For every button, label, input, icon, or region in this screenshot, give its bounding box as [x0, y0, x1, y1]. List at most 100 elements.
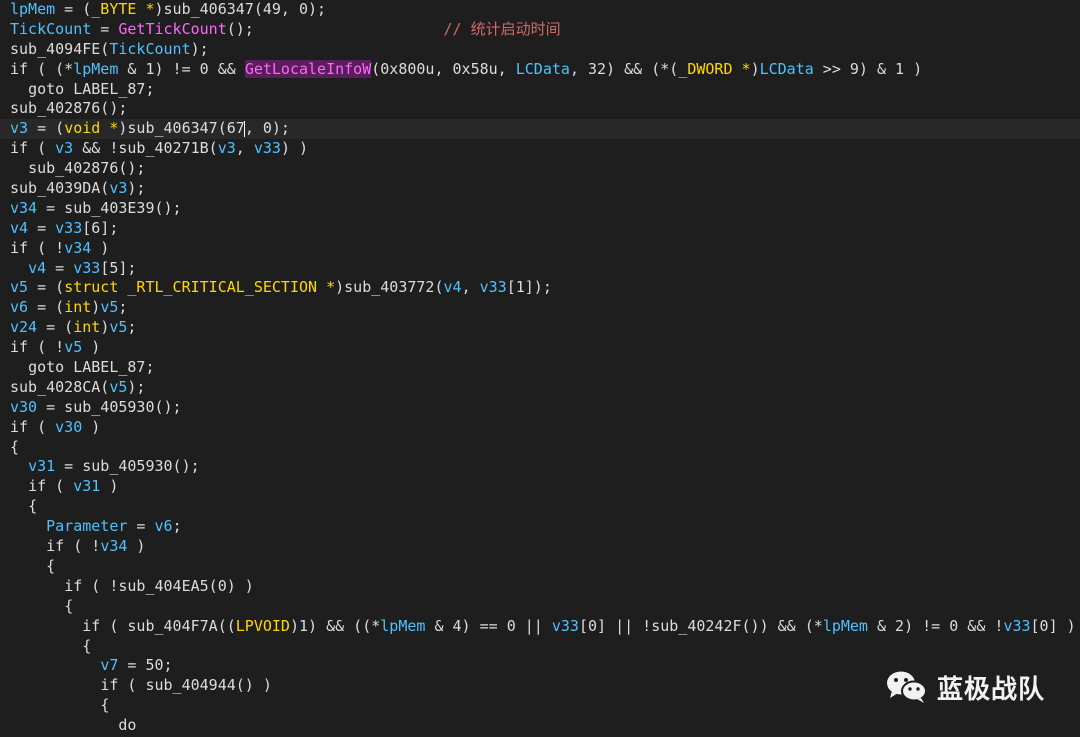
- code-token: v33: [55, 218, 83, 237]
- code-token: v33: [253, 139, 281, 158]
- code-comment: // 统计启动时间: [443, 19, 561, 38]
- code-token: & 4) == 0 ||: [425, 616, 552, 635]
- code-line[interactable]: v6 = (int)v5;: [0, 298, 1080, 318]
- code-token: = (: [28, 298, 65, 317]
- code-line[interactable]: if ( !v34 ): [0, 239, 1080, 259]
- code-line[interactable]: v34 = sub_403E39();: [0, 199, 1080, 219]
- code-token: v31: [73, 477, 101, 496]
- code-token: v24: [10, 318, 38, 337]
- code-token: struct _RTL_CRITICAL_SECTION *: [64, 278, 336, 297]
- code-line[interactable]: v4 = v33[6];: [0, 219, 1080, 239]
- code-token: >> 9) & 1 ): [813, 59, 923, 78]
- code-token: ,: [235, 139, 254, 158]
- code-token: int: [64, 298, 92, 317]
- code-token: );: [127, 179, 146, 198]
- code-token: v34: [64, 238, 92, 257]
- code-token: _DWORD *: [678, 59, 751, 78]
- code-token: ();: [226, 19, 444, 38]
- code-token: , 32) && (*(: [569, 59, 679, 78]
- code-line[interactable]: sub_4094FE(TickCount);: [0, 40, 1080, 60]
- code-token: v7: [100, 656, 119, 675]
- code-line[interactable]: v3 = (void *)sub_406347(67, 0);: [0, 119, 1080, 140]
- code-line[interactable]: if ( v3 && !sub_40271B(v3, v33) ): [0, 139, 1080, 159]
- code-token: {: [28, 497, 38, 516]
- code-token: sub_402876();: [10, 99, 128, 118]
- code-token: if (: [10, 139, 56, 158]
- code-line[interactable]: v4 = v33[5];: [0, 259, 1080, 279]
- code-token: ): [91, 238, 110, 257]
- code-token: ): [82, 417, 101, 436]
- code-token: sub_4028CA(: [10, 377, 110, 396]
- code-token: ) ): [280, 139, 309, 158]
- code-token: v33: [73, 258, 101, 277]
- code-token: if (: [28, 477, 74, 496]
- code-line[interactable]: {: [0, 637, 1080, 657]
- code-token: Parameter: [46, 517, 128, 536]
- code-token: );: [127, 377, 146, 396]
- code-token: GetTickCount: [118, 19, 227, 38]
- code-line[interactable]: if ( v31 ): [0, 477, 1080, 497]
- code-line[interactable]: if ( !v34 ): [0, 537, 1080, 557]
- code-token: if ( !sub_404EA5(0) ): [64, 576, 254, 595]
- code-line[interactable]: sub_4039DA(v3);: [0, 179, 1080, 199]
- code-token: [0] ): [1030, 616, 1076, 635]
- wechat-icon: [885, 669, 929, 705]
- code-line[interactable]: sub_4028CA(v5);: [0, 378, 1080, 398]
- code-line[interactable]: if ( v30 ): [0, 418, 1080, 438]
- code-line[interactable]: sub_402876();: [0, 99, 1080, 119]
- code-line[interactable]: sub_402876();: [0, 159, 1080, 179]
- code-token: , 0);: [244, 119, 290, 138]
- code-line[interactable]: if ( !sub_404EA5(0) ): [0, 577, 1080, 597]
- code-view: lpMem = (_BYTE *)sub_406347(49, 0); TickC…: [0, 0, 1080, 736]
- code-line[interactable]: goto LABEL_87;: [0, 358, 1080, 378]
- code-line[interactable]: {: [0, 597, 1080, 617]
- code-line[interactable]: goto LABEL_87;: [0, 80, 1080, 100]
- code-line[interactable]: v5 = (struct _RTL_CRITICAL_SECTION *)sub…: [0, 278, 1080, 298]
- code-token: sub_402876();: [28, 159, 146, 178]
- code-token: {: [82, 636, 92, 655]
- code-line[interactable]: {: [0, 438, 1080, 458]
- code-token: goto LABEL_87;: [28, 79, 155, 98]
- code-token: [1]);: [506, 278, 552, 297]
- code-line[interactable]: {: [0, 557, 1080, 577]
- code-token: = (: [37, 318, 74, 337]
- code-token: LCData: [759, 59, 814, 78]
- code-token: sub_4094FE(: [10, 39, 110, 58]
- code-line[interactable]: if ( (*lpMem & 1) != 0 && GetLocaleInfoW…: [0, 59, 1080, 80]
- code-line[interactable]: v31 = sub_405930();: [0, 457, 1080, 477]
- code-token: [0] || !sub_40242F()) && (*: [578, 616, 823, 635]
- code-token: v33: [479, 278, 507, 297]
- code-line[interactable]: TickCount = GetTickCount(); // 统计启动时间: [0, 20, 1080, 40]
- code-line[interactable]: do: [0, 716, 1080, 736]
- code-line[interactable]: {: [0, 497, 1080, 517]
- code-token: {: [64, 596, 74, 615]
- code-line[interactable]: if ( sub_404F7A((LPVOID)1) && ((*lpMem &…: [0, 617, 1080, 637]
- code-line[interactable]: v30 = sub_405930();: [0, 398, 1080, 418]
- code-line[interactable]: if ( !v5 ): [0, 338, 1080, 358]
- code-token: v34: [100, 537, 128, 556]
- code-token: lpMem: [73, 59, 119, 78]
- code-token: {: [46, 556, 56, 575]
- code-token: ): [82, 338, 101, 357]
- code-token: void *: [64, 119, 119, 138]
- code-token: ;: [118, 298, 128, 317]
- code-token: )1) && ((*: [289, 616, 381, 635]
- code-line[interactable]: lpMem = (_BYTE *)sub_406347(49, 0);: [0, 0, 1080, 20]
- code-line[interactable]: v24 = (int)v5;: [0, 318, 1080, 338]
- code-token: {: [100, 696, 110, 715]
- code-token: = (: [55, 0, 92, 18]
- code-editor[interactable]: lpMem = (_BYTE *)sub_406347(49, 0); TickC…: [0, 0, 1080, 737]
- code-token: TickCount: [10, 19, 92, 38]
- code-line[interactable]: Parameter = v6;: [0, 517, 1080, 537]
- code-token: = 50;: [118, 656, 173, 675]
